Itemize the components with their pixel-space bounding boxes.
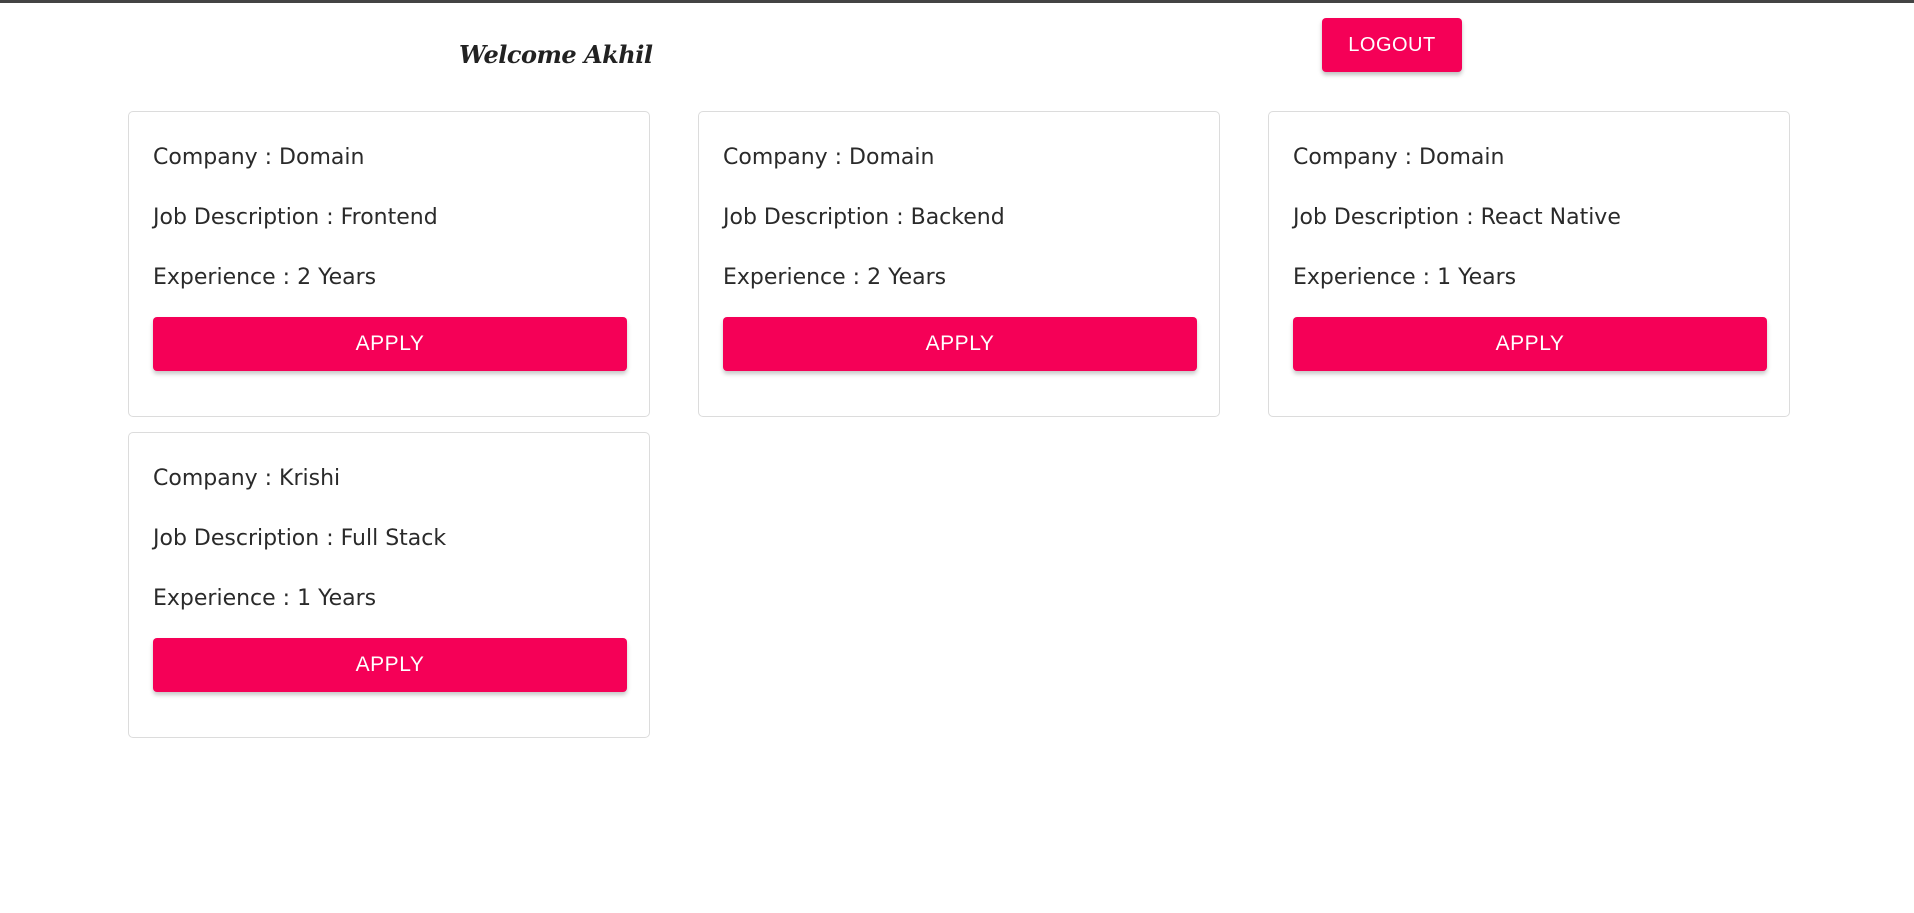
job-experience: Experience : 1 Years [1293, 265, 1517, 290]
welcome-heading: Welcome Akhil [459, 40, 653, 69]
job-experience: Experience : 2 Years [153, 265, 377, 290]
logout-button[interactable]: LOGOUT [1322, 18, 1462, 72]
apply-button[interactable]: APPLY [153, 638, 627, 692]
apply-button[interactable]: APPLY [1293, 317, 1767, 371]
job-card: Company : Krishi Job Description : Full … [128, 432, 650, 738]
job-experience: Experience : 2 Years [723, 265, 947, 290]
job-company: Company : Domain [153, 145, 365, 170]
job-description: Job Description : Full Stack [153, 526, 447, 551]
job-card: Company : Domain Job Description : Front… [128, 111, 650, 417]
top-border [0, 0, 1914, 3]
job-description: Job Description : Backend [723, 205, 1005, 230]
job-description: Job Description : React Native [1293, 205, 1621, 230]
job-card: Company : Domain Job Description : Backe… [698, 111, 1220, 417]
job-card: Company : Domain Job Description : React… [1268, 111, 1790, 417]
job-company: Company : Domain [723, 145, 935, 170]
job-company: Company : Krishi [153, 466, 341, 491]
job-description: Job Description : Frontend [153, 205, 438, 230]
job-experience: Experience : 1 Years [153, 586, 377, 611]
job-company: Company : Domain [1293, 145, 1505, 170]
apply-button[interactable]: APPLY [723, 317, 1197, 371]
apply-button[interactable]: APPLY [153, 317, 627, 371]
